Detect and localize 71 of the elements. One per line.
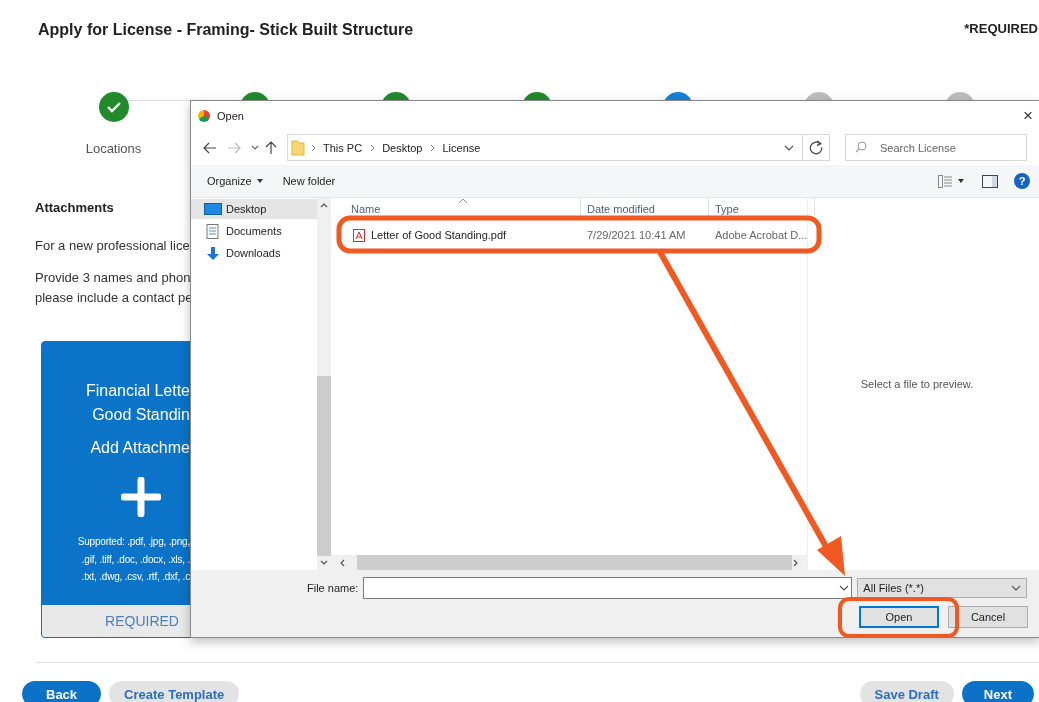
step-label: Locations: [85, 141, 142, 156]
supported-types: .gif, .tiff, .doc, .docx, .xls, .: [81, 552, 190, 567]
scrollbar[interactable]: [317, 198, 331, 570]
supported-types: Supported: .pdf, .jpg, .png,: [77, 535, 190, 549]
caret-icon[interactable]: [958, 179, 964, 183]
open-button[interactable]: Open: [859, 606, 939, 628]
chevron-right-icon: [311, 143, 317, 152]
button[interactable]: Create Template: [109, 681, 240, 702]
address-bar[interactable]: This PC Desktop License: [287, 134, 803, 161]
column-header[interactable]: Name: [341, 198, 581, 220]
organize-button[interactable]: Organize: [207, 175, 263, 187]
scroll-left-icon[interactable]: [339, 558, 345, 567]
check-icon: [105, 101, 122, 113]
button[interactable]: Save Draft: [859, 681, 954, 702]
breadcrumb[interactable]: License: [442, 141, 481, 154]
search-field[interactable]: Search License: [845, 134, 1027, 161]
file-name-field[interactable]: [363, 577, 853, 599]
add-attachment-label: Add Attachme: [90, 439, 190, 457]
file-date: 7/29/2021 10:41 AM: [586, 229, 687, 241]
folder-icon: [291, 139, 305, 156]
button[interactable]: Back: [22, 681, 102, 702]
nav-item[interactable]: Desktop: [191, 199, 317, 219]
new-folder-button[interactable]: New folder: [282, 175, 336, 187]
file-type-dropdown[interactable]: All Files (*.*): [857, 578, 1028, 598]
breadcrumb[interactable]: Desktop: [382, 141, 423, 154]
scroll-right-icon[interactable]: [793, 558, 799, 567]
paragraph-text: Provide 3 names and phon: [35, 269, 192, 287]
scroll-thumb[interactable]: [317, 376, 331, 556]
up-arrow-icon[interactable]: [265, 141, 277, 154]
back-arrow-icon[interactable]: [203, 141, 217, 154]
breadcrumb[interactable]: This PC: [323, 141, 363, 154]
card-title: Good Standin: [92, 405, 190, 425]
nav-item[interactable]: Documents: [191, 221, 317, 241]
button[interactable]: Next: [961, 681, 1034, 702]
required-note: *REQUIRED: [964, 21, 1038, 38]
chevron-right-icon: [430, 143, 437, 152]
cancel-button[interactable]: Cancel: [948, 606, 1028, 628]
dialog-title: Open: [217, 109, 245, 122]
refresh-icon[interactable]: [803, 134, 830, 161]
scroll-down-icon[interactable]: [320, 560, 328, 566]
step-marker[interactable]: [98, 92, 129, 122]
file-name[interactable]: Letter of Good Standing.pdf: [341, 228, 581, 242]
scroll-up-icon[interactable]: [320, 202, 328, 208]
close-button[interactable]: ×: [1018, 105, 1038, 126]
preview-pane-icon[interactable]: [982, 174, 998, 188]
plus-icon[interactable]: [121, 477, 161, 517]
search-icon: [855, 141, 867, 153]
chevron-down-icon[interactable]: [784, 144, 794, 151]
chevron-right-icon: [370, 143, 377, 152]
supported-types: .txt, .dwg, .csv, .rtf, .dxf, .c: [81, 570, 190, 584]
file-type: Adobe Acrobat D...: [714, 229, 809, 241]
document-icon: [204, 223, 222, 239]
pdf-icon: [353, 228, 365, 242]
column-header[interactable]: Type: [709, 198, 815, 220]
chevron-down-icon[interactable]: [839, 585, 850, 591]
card-title: Financial Lette: [85, 381, 190, 401]
section-heading: Attachments: [35, 200, 114, 215]
nav-item[interactable]: Downloads: [191, 243, 317, 263]
sort-caret-icon: [458, 198, 468, 204]
caret-icon: [256, 179, 263, 183]
desktop-icon: [204, 201, 222, 217]
chevron-down-icon[interactable]: [251, 144, 259, 151]
column-header[interactable]: Date modified: [581, 198, 709, 220]
paragraph-text: For a new professional lice: [35, 237, 190, 255]
view-options-icon[interactable]: [938, 174, 952, 188]
preview-message: Select a file to preview.: [860, 378, 974, 390]
field-label: File name:: [307, 582, 359, 594]
browser-icon: [198, 109, 210, 122]
page-title: Apply for License - Framing- Stick Built Structure: [38, 21, 414, 40]
chevron-down-icon: [1011, 585, 1022, 591]
help-button[interactable]: ?: [1014, 173, 1030, 189]
